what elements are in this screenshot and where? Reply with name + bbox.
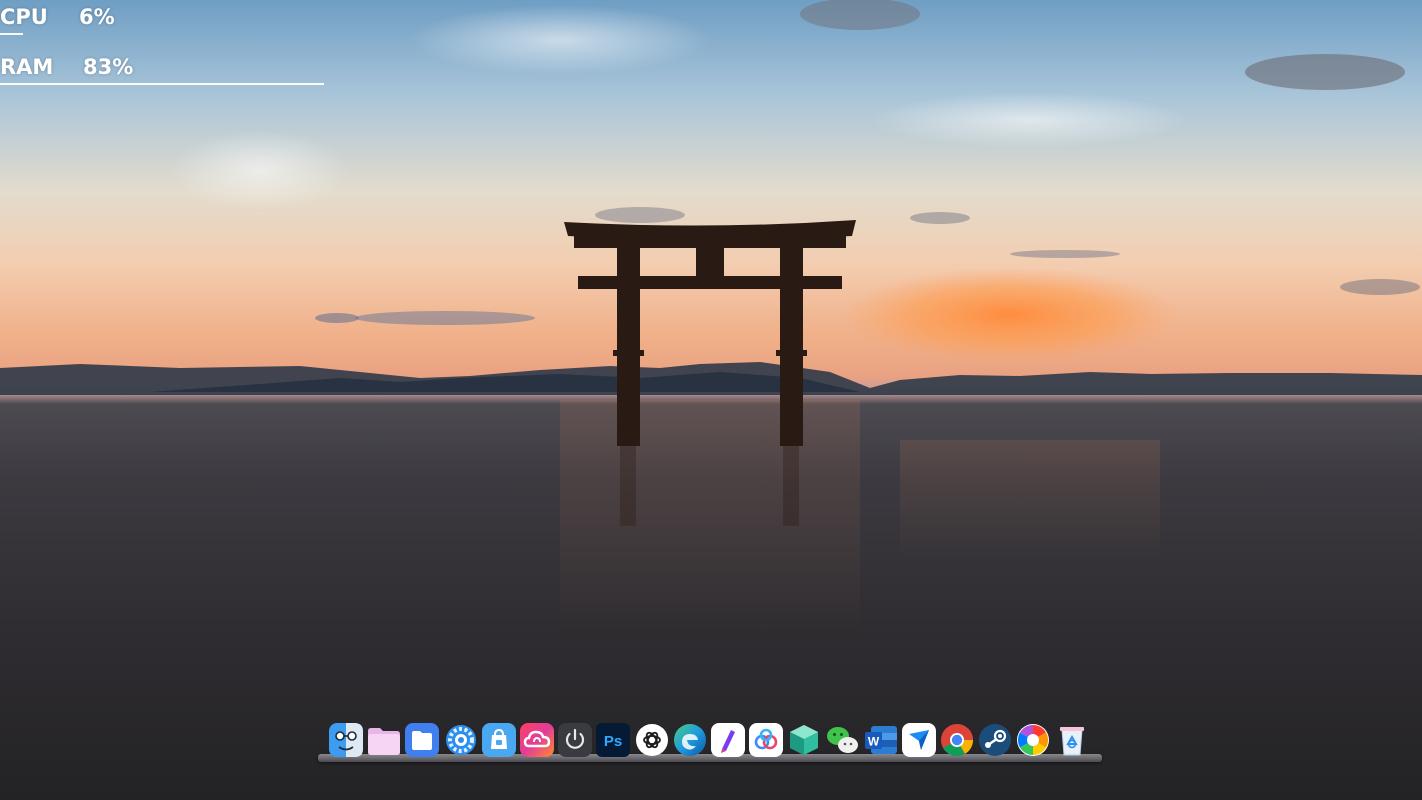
dock-item-folder[interactable] — [366, 722, 402, 758]
dock-item-files[interactable] — [404, 722, 440, 758]
cloud-drive-icon — [749, 723, 784, 757]
recycle-bin-icon — [1059, 727, 1084, 756]
word-icon-label: W — [867, 735, 879, 749]
mail-app-icon — [901, 723, 936, 757]
photoshop-icon-label: Ps — [604, 733, 622, 750]
dock-item-photoshop[interactable]: Ps — [595, 722, 631, 758]
folder-icon — [368, 728, 401, 755]
dock-item-recycle-bin[interactable] — [1054, 722, 1090, 758]
app-store-icon — [481, 723, 516, 757]
word-icon: W — [864, 726, 897, 754]
wechat-icon — [827, 727, 859, 753]
dock-item-steam[interactable] — [977, 722, 1013, 758]
dock-item-word[interactable]: W — [863, 722, 899, 758]
dock-items: Ps W — [328, 722, 1090, 758]
dock-item-settings[interactable] — [443, 722, 479, 758]
cpu-value: 6% — [79, 5, 115, 29]
dock-item-power[interactable] — [557, 722, 593, 758]
dock-item-notes-app[interactable] — [710, 722, 746, 758]
steam-icon — [979, 724, 1012, 756]
edge-icon — [673, 724, 706, 756]
ram-value: 83% — [83, 55, 134, 79]
photoshop-icon: Ps — [596, 723, 631, 757]
chrome-icon — [941, 724, 974, 757]
dock-item-mail-app[interactable] — [901, 722, 937, 758]
ram-label: RAM — [0, 55, 54, 79]
files-icon — [405, 723, 440, 757]
notes-app-icon — [710, 723, 745, 757]
dock-item-chatgpt[interactable] — [634, 722, 670, 758]
power-icon — [558, 723, 593, 757]
dock-item-app-store[interactable] — [481, 722, 517, 758]
dock-item-chrome[interactable] — [939, 722, 975, 758]
ram-readout: RAM 83% — [0, 55, 133, 79]
cpu-usage-bar — [0, 33, 23, 35]
dock-item-cube[interactable] — [786, 722, 822, 758]
cpu-label: CPU — [0, 5, 48, 29]
dock-item-wechat[interactable] — [824, 722, 860, 758]
cube-icon — [790, 725, 819, 755]
wallpaper-torii-gate — [0, 0, 1422, 640]
dock-item-color-wheel[interactable] — [1015, 722, 1051, 758]
dock-item-cloud-drive[interactable] — [748, 722, 784, 758]
dock-item-creative-cloud[interactable] — [519, 722, 555, 758]
dock-item-finder[interactable] — [328, 722, 364, 758]
creative-cloud-icon — [519, 723, 554, 757]
color-wheel-icon — [1017, 724, 1050, 756]
chatgpt-icon — [635, 724, 668, 756]
cpu-readout: CPU 6% — [0, 5, 115, 29]
settings-gear-icon — [445, 725, 476, 755]
dock: Ps W — [318, 718, 1102, 764]
ram-usage-bar — [0, 83, 324, 85]
finder-icon — [329, 723, 363, 757]
dock-item-edge[interactable] — [672, 722, 708, 758]
desktop: CPU 6% RAM 83% Ps W — [0, 0, 1422, 800]
